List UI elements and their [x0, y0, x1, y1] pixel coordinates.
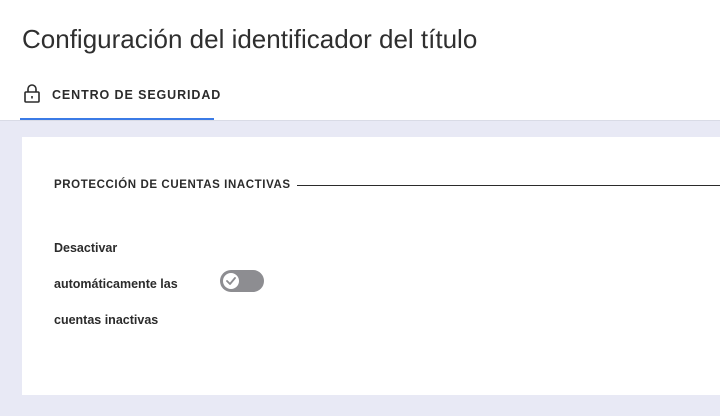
check-icon: [226, 277, 236, 285]
lock-icon: [23, 83, 41, 103]
setting-label-line: automáticamente las: [54, 277, 178, 291]
toggle-knob: [223, 273, 239, 289]
setting-label: Desactivar automáticamente las cuentas i…: [54, 230, 204, 338]
section-divider: [297, 185, 720, 186]
section-title: PROTECCIÓN DE CUENTAS INACTIVAS: [54, 179, 291, 191]
setting-label-line: cuentas inactivas: [54, 313, 159, 327]
settings-card: PROTECCIÓN DE CUENTAS INACTIVAS Desactiv…: [22, 137, 720, 395]
setting-label-line: Desactivar: [54, 241, 118, 255]
page-title: Configuración del identificador del títu…: [22, 24, 478, 54]
content-area: PROTECCIÓN DE CUENTAS INACTIVAS Desactiv…: [0, 121, 720, 416]
tab-centro-de-seguridad[interactable]: CENTRO DE SEGURIDAD: [20, 80, 220, 120]
tab-label: CENTRO DE SEGURIDAD: [52, 88, 222, 102]
page-header: Configuración del identificador del títu…: [0, 0, 720, 120]
deactivate-inactive-accounts-toggle[interactable]: [220, 270, 264, 292]
